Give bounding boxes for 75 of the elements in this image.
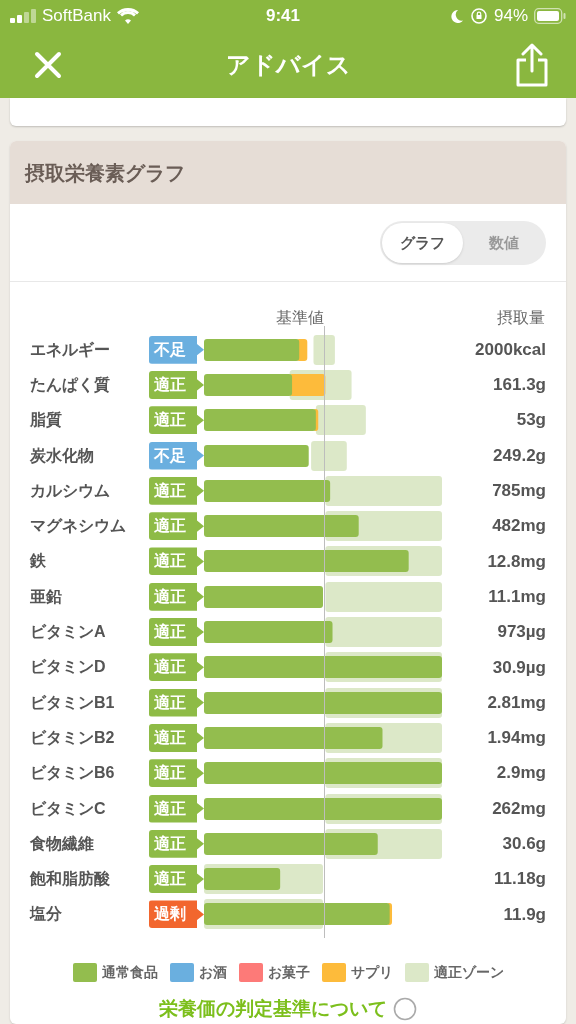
toggle-tab[interactable]: 数値: [463, 223, 544, 263]
card-title: 摂取栄養素グラフ: [25, 160, 185, 186]
nutrient-name: 飽和脂肪酸: [30, 869, 111, 890]
nutrient-name: ビタミンB1: [30, 692, 116, 713]
toggle-tab[interactable]: グラフ: [382, 223, 463, 263]
status-badge: 適正: [149, 582, 204, 611]
intake-amount: 2.81mg: [487, 692, 546, 712]
legend-label: お酒: [198, 963, 227, 983]
legend-label: 通常食品: [101, 963, 158, 983]
nutrient-name: カルシウム: [30, 480, 111, 501]
signal-icon: [10, 9, 36, 23]
share-icon: [514, 43, 550, 87]
nutrient-name: 塩分: [30, 904, 63, 925]
status-badge: 不足: [149, 335, 204, 364]
intake-amount: 161.3g: [493, 375, 546, 395]
status-badge: 適正: [149, 476, 204, 505]
carrier-name: SoftBank: [42, 5, 111, 28]
nutrient-name: マグネシウム: [30, 516, 127, 537]
moon-icon: [448, 8, 464, 24]
intake-amount: 785mg: [492, 481, 546, 501]
status-badge: 適正: [149, 512, 204, 541]
nutrient-name: 炭水化物: [30, 445, 95, 466]
intake-amount: 1.94mg: [487, 728, 546, 748]
status-badge: 適正: [149, 688, 204, 717]
nutrient-name: 食物繊維: [30, 833, 95, 854]
close-icon: [33, 50, 63, 80]
intake-amount: 30.6g: [502, 834, 546, 854]
intake-amount: 482mg: [492, 516, 546, 536]
nutrient-name: 亜鉛: [30, 586, 63, 607]
column-header: 基準値: [275, 308, 325, 328]
intake-amount: 11.18g: [494, 869, 546, 889]
battery-percent: 94%: [493, 5, 528, 28]
status-badge: 適正: [149, 547, 204, 576]
status-badge: 適正: [149, 794, 204, 823]
criteria-link[interactable]: 栄養価の判定基準について: [159, 995, 387, 1024]
intake-amount: 2000kcal: [475, 339, 546, 359]
status-badge: 適正: [149, 370, 204, 399]
status-badge: 適正: [149, 653, 204, 682]
nutrient-name: 鉄: [30, 551, 47, 572]
legend-label: サプリ: [350, 963, 393, 983]
intake-amount: 12.8mg: [487, 551, 546, 571]
legend-label: お菓子: [267, 963, 310, 983]
rotation-lock-icon: [469, 7, 488, 25]
nutrient-name: ビタミンB2: [30, 727, 116, 748]
intake-amount: 30.9µg: [492, 657, 546, 677]
intake-amount: 262mg: [492, 798, 546, 818]
status-badge: 過剰: [149, 900, 204, 929]
status-badge: 適正: [149, 723, 204, 752]
status-badge: 適正: [149, 618, 204, 646]
screen-title: アドバイス: [225, 50, 351, 80]
intake-amount: 249.2g: [493, 445, 546, 465]
battery-icon: [534, 8, 566, 24]
nutrient-name: 脂質: [30, 410, 63, 431]
nutrient-name: エネルギー: [30, 339, 111, 360]
column-header: 摂取量: [497, 309, 545, 326]
nutrient-name: ビタミンD: [30, 657, 107, 678]
status-badge: 適正: [149, 406, 204, 435]
status-badge: 適正: [149, 865, 204, 894]
nutrient-name: ビタミンC: [30, 798, 107, 819]
intake-amount: 2.9mg: [496, 763, 546, 783]
intake-amount: 53g: [516, 410, 546, 430]
intake-amount: 11.9g: [503, 904, 546, 924]
status-badge: 適正: [149, 759, 204, 788]
close-button[interactable]: [32, 49, 64, 81]
nutrient-name: ビタミンB6: [30, 763, 116, 784]
status-badge: 適正: [149, 829, 204, 858]
nutrient-name: たんぱく質: [30, 374, 111, 395]
status-time: 9:41: [266, 5, 300, 28]
wifi-icon: [117, 8, 139, 24]
status-badge: 不足: [149, 441, 204, 470]
nutrient-name: ビタミンA: [30, 622, 107, 642]
intake-amount: 973µg: [497, 622, 546, 642]
help-icon: [393, 997, 417, 1022]
intake-amount: 11.1mg: [488, 586, 546, 606]
legend-label: 適正ゾーン: [433, 963, 504, 983]
